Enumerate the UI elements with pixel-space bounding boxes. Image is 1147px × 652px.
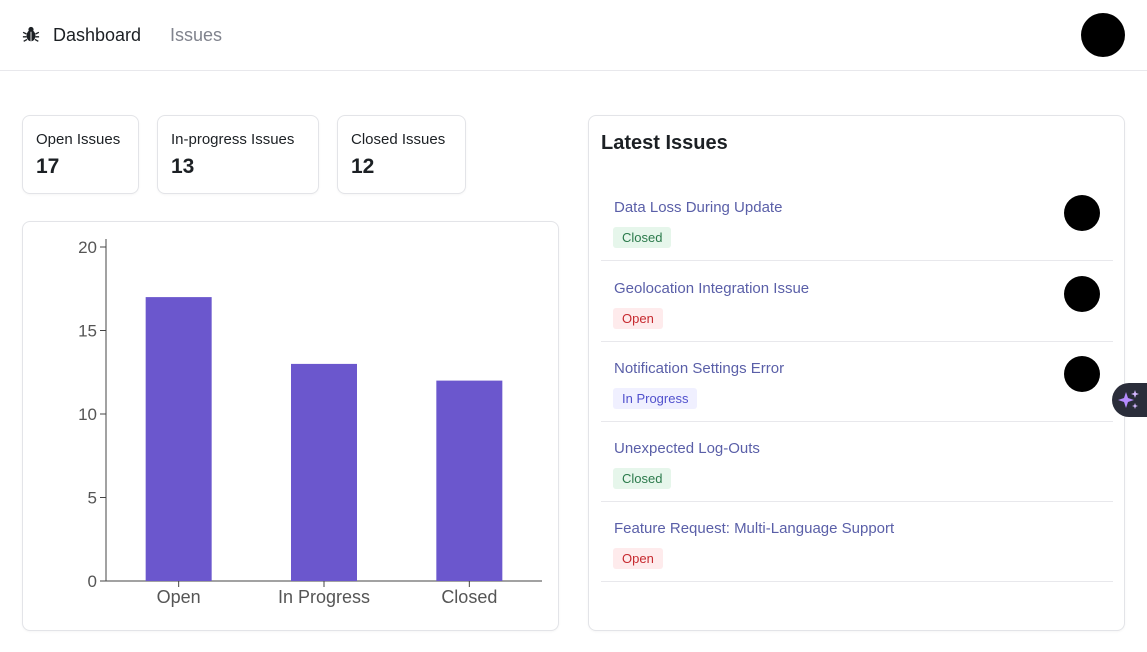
nav-issues-link[interactable]: Issues [170, 24, 222, 46]
y-tick-label: 0 [88, 572, 97, 591]
status-badge: Open [613, 548, 663, 569]
stat-value: 17 [36, 155, 60, 178]
bar-in-progress [291, 363, 357, 581]
user-avatar[interactable] [1081, 13, 1125, 57]
latest-issues-title: Latest Issues [601, 132, 728, 154]
x-tick-label: Open [157, 587, 201, 607]
y-tick-label: 10 [78, 405, 97, 424]
issue-row[interactable]: Unexpected Log-Outs Closed [601, 422, 1113, 502]
stat-label: Open Issues [36, 131, 121, 148]
nav-dashboard-link[interactable]: Dashboard [53, 24, 141, 46]
assistant-button[interactable] [1112, 383, 1147, 417]
latest-issues-card: Latest Issues Data Loss During Update Clo… [588, 115, 1125, 631]
bar-open [145, 297, 212, 581]
status-badge: Closed [613, 468, 672, 489]
issue-row[interactable]: Geolocation Integration Issue Open [601, 262, 1113, 342]
issue-title-link[interactable]: Feature Request: Multi-Language Support [614, 519, 894, 538]
stat-label: In-progress Issues [171, 131, 295, 148]
bug-icon[interactable] [22, 25, 40, 43]
status-badge: Open [613, 308, 663, 329]
stat-card-closed[interactable]: Closed Issues 12 [337, 115, 466, 194]
y-tick-label: 20 [78, 238, 97, 257]
issue-title-link[interactable]: Notification Settings Error [614, 359, 784, 378]
issue-title-link[interactable]: Data Loss During Update [614, 198, 782, 217]
issue-row[interactable]: Data Loss During Update Closed [601, 181, 1113, 261]
stat-value: 12 [351, 155, 375, 178]
y-tick-label: 5 [88, 489, 97, 508]
top-navbar: Dashboard Issues [0, 0, 1147, 71]
issues-bar-chart-card: 0 5 10 15 20 Open In Progress Closed [22, 221, 559, 631]
stat-card-open[interactable]: Open Issues 17 [22, 115, 139, 194]
x-tick-label: Closed [441, 587, 497, 607]
assignee-avatar [1064, 195, 1100, 231]
assignee-avatar [1064, 356, 1100, 392]
issue-title-link[interactable]: Geolocation Integration Issue [614, 279, 809, 298]
status-badge: In Progress [613, 388, 698, 409]
issue-title-link[interactable]: Unexpected Log-Outs [614, 439, 760, 458]
stat-card-in-progress[interactable]: In-progress Issues 13 [157, 115, 319, 194]
bar-closed [436, 380, 503, 581]
issue-row[interactable]: Feature Request: Multi-Language Support O… [601, 502, 1113, 582]
issue-row[interactable]: Notification Settings Error In Progress [601, 342, 1113, 422]
assignee-avatar [1064, 276, 1100, 312]
stat-value: 13 [171, 155, 195, 178]
status-badge: Closed [613, 227, 672, 248]
x-tick-label: In Progress [278, 587, 370, 607]
sparkle-icon [1118, 390, 1139, 409]
y-tick-label: 15 [78, 322, 97, 341]
issues-bar-chart: 0 5 10 15 20 Open In Progress Closed [78, 238, 542, 607]
stat-label: Closed Issues [351, 131, 446, 148]
